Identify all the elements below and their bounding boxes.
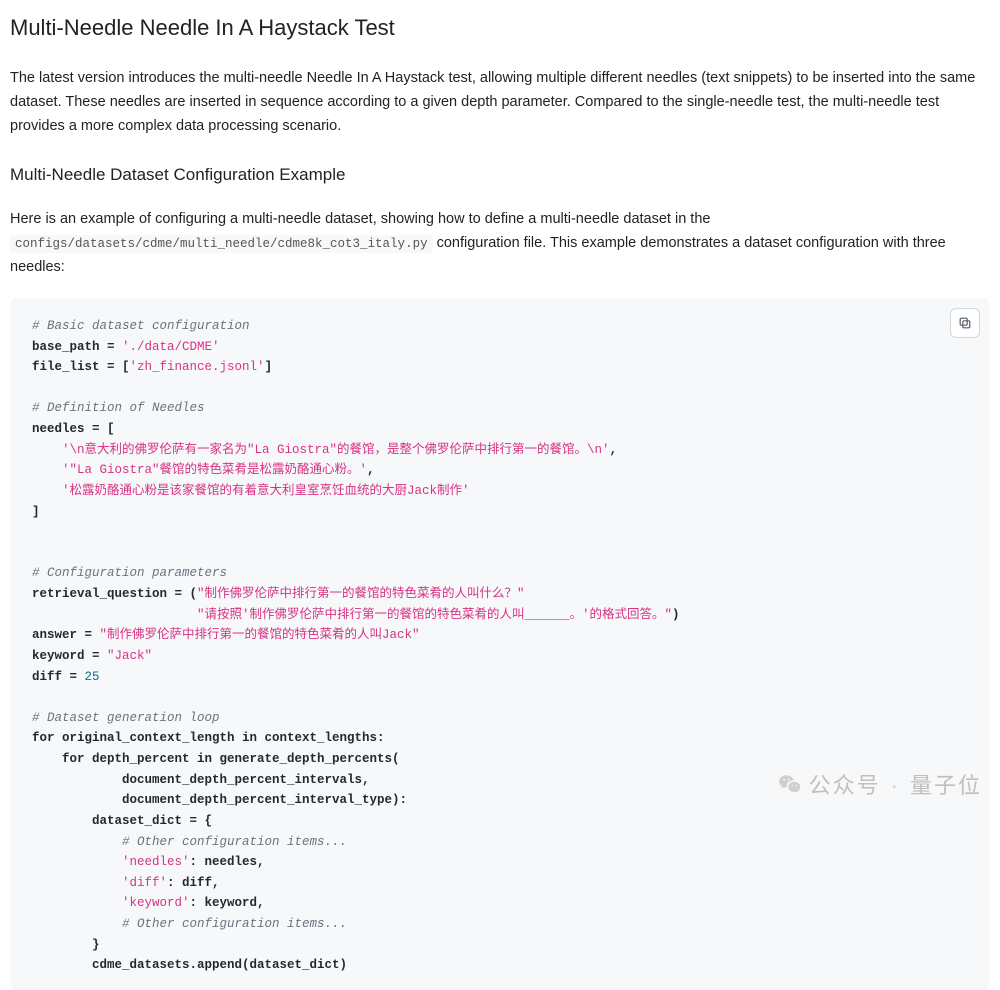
copy-button[interactable] <box>950 308 980 338</box>
section-title: Multi-Needle Dataset Configuration Examp… <box>10 161 990 188</box>
copy-icon <box>958 316 972 330</box>
config-intro: Here is an example of configuring a mult… <box>10 208 990 280</box>
intro-text-a: Here is an example of configuring a mult… <box>10 211 710 227</box>
intro-paragraph: The latest version introduces the multi-… <box>10 67 990 139</box>
code-content: # Basic dataset configuration base_path … <box>32 316 968 976</box>
code-block: # Basic dataset configuration base_path … <box>10 298 990 990</box>
config-file-path: configs/datasets/cdme/multi_needle/cdme8… <box>10 235 433 253</box>
page-title: Multi-Needle Needle In A Haystack Test <box>10 10 990 45</box>
